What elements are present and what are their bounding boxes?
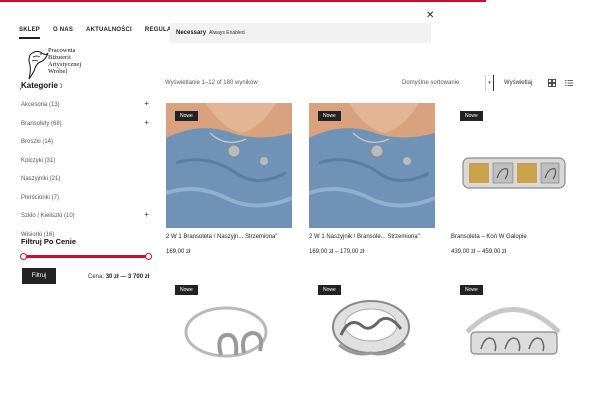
new-badge: Nowe xyxy=(460,285,483,295)
logo-line-1: Pracownia xyxy=(48,47,76,54)
product-price: 439,00 zł – 459,00 zł xyxy=(451,249,507,255)
cookie-necessary-label[interactable]: Necessary xyxy=(176,30,206,36)
product-name[interactable]: Bransoleta – Koń W Galopie xyxy=(451,233,577,241)
product-card[interactable]: Nowe xyxy=(309,277,435,402)
logo[interactable]: Pracownia Biżuterii Artystycznej Wróbel xyxy=(26,47,96,81)
product-image-horse-bracelet[interactable]: Nowe xyxy=(451,103,577,228)
sort-select[interactable]: Domyślne sortowanie ▾ xyxy=(402,75,494,91)
category-item[interactable]: Bransolety (68) + xyxy=(21,118,151,139)
product-price: 169,00 zł – 179,00 zł xyxy=(309,249,365,255)
price-range-value: 30 zł — 3 700 zł xyxy=(105,274,150,280)
product-image-horseshoe-bangle[interactable]: Nowe xyxy=(166,277,292,402)
category-label[interactable]: Kolczyki (31) xyxy=(21,158,55,164)
logo-line-2: Biżuterii xyxy=(48,54,71,61)
category-item[interactable]: Akcesoria (13) + xyxy=(21,100,151,120)
expand-plus-icon[interactable]: + xyxy=(144,211,149,219)
category-item[interactable]: Pierścionki (7) xyxy=(21,194,151,213)
logo-line-4: Wróbel xyxy=(48,68,68,75)
main-nav: SKLEP O NAS AKTUALNOŚCI REGULAMI xyxy=(19,27,192,39)
product-price: 169,00 zł xyxy=(166,249,191,255)
top-accent-line xyxy=(0,0,486,2)
product-name[interactable]: 2 W 1 Bransoleta / Naszyjn... Strzemiona… xyxy=(166,233,292,241)
new-badge: Nowe xyxy=(460,111,483,121)
grid-view-icon[interactable] xyxy=(548,79,556,89)
price-label: Cena: xyxy=(88,274,105,280)
bird-logo-icon xyxy=(28,50,49,80)
logo-line-3: Artystycznej xyxy=(48,61,82,68)
product-card[interactable]: Nowe xyxy=(166,277,292,402)
filter-button[interactable]: Filtruj xyxy=(22,268,56,284)
category-list: Akcesoria (13) + Bransolety (68) + Broszki… xyxy=(21,100,151,249)
close-icon[interactable]: ✕ xyxy=(426,10,434,21)
price-range-text: Cena: 30 zł — 3 700 zł xyxy=(88,274,149,280)
nav-item-aktualnosci[interactable]: AKTUALNOŚCI xyxy=(86,27,132,39)
chevron-down-icon[interactable]: ▾ xyxy=(485,75,494,91)
new-badge: Nowe xyxy=(318,285,341,295)
category-label[interactable]: Naszyjniki (21) xyxy=(21,176,60,182)
product-card[interactable]: Nowe 2 W 1 Bransoleta / Naszyjn... Strze… xyxy=(166,103,292,255)
logo-text: Pracownia Biżuterii Artystycznej Wróbel xyxy=(48,47,81,75)
product-card[interactable]: Nowe Bransoleta – Koń W Galopie 439,00 z… xyxy=(451,103,577,255)
categories-title: Kategorie xyxy=(21,81,60,90)
cookie-always-enabled: Always Enabled xyxy=(209,30,245,36)
product-card[interactable]: Nowe 2 W 1 Naszyjnik / Bransole... Strze… xyxy=(309,103,435,255)
price-slider-min-handle[interactable] xyxy=(20,252,27,260)
product-image-horse-ring[interactable]: Nowe xyxy=(309,277,435,402)
expand-plus-icon[interactable]: + xyxy=(144,100,149,108)
category-item[interactable]: Szkło / Kieliszki (10) + xyxy=(21,211,151,231)
price-slider-max-handle[interactable] xyxy=(145,252,152,260)
cookie-panel: Necessary Always Enabled xyxy=(170,23,431,43)
category-label[interactable]: Pierścionki (7) xyxy=(21,195,59,201)
category-label[interactable]: Akcesoria (13) xyxy=(21,102,60,108)
new-badge: Nowe xyxy=(318,111,341,121)
expand-plus-icon[interactable]: + xyxy=(144,118,149,127)
product-card[interactable]: Nowe xyxy=(451,277,577,402)
nav-item-o-nas[interactable]: O NAS xyxy=(53,27,73,39)
new-badge: Nowe xyxy=(175,111,198,121)
sort-select-value[interactable]: Domyślne sortowanie xyxy=(402,80,459,86)
price-slider[interactable] xyxy=(20,252,152,260)
product-name[interactable]: 2 W 1 Naszyjnik / Bransole... Strzemiona… xyxy=(309,233,435,241)
product-image-horse-cuff[interactable]: Nowe xyxy=(451,277,577,402)
new-badge: Nowe xyxy=(175,285,198,295)
list-view-icon[interactable] xyxy=(565,79,573,89)
product-image-woman-denim[interactable]: Nowe xyxy=(309,103,435,228)
show-label: Wyświetlaj xyxy=(504,80,533,86)
price-filter-title: Filtruj Po Cenie xyxy=(21,237,77,246)
category-label[interactable]: Szkło / Kieliszki (10) xyxy=(21,213,75,219)
nav-item-sklep[interactable]: SKLEP xyxy=(19,27,41,39)
category-item[interactable]: Kolczyki (31) xyxy=(21,157,151,176)
results-count: Wyświetlanie 1–12 of 180 wyników xyxy=(165,80,258,86)
category-label[interactable]: Broszki (14) xyxy=(21,139,53,145)
product-image-woman-denim[interactable]: Nowe xyxy=(166,103,292,228)
category-label[interactable]: Bransolety (68) xyxy=(21,121,62,127)
category-item[interactable]: Broszki (14) xyxy=(21,138,151,157)
category-item[interactable]: Naszyjniki (21) xyxy=(21,175,151,194)
